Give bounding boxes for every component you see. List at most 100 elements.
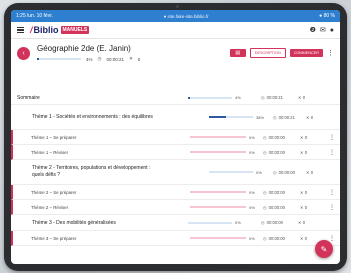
url-bar[interactable]: ● site.fake-site.biblio.fr	[164, 14, 209, 19]
row-progress-bar	[190, 191, 246, 193]
row-time: ◷ 00:00:00	[263, 190, 285, 195]
row-progress-text: 0%	[256, 169, 262, 175]
row-progress: 38%	[209, 115, 264, 120]
clock-icon: ◷	[263, 235, 267, 241]
row-x-value: 0	[304, 204, 308, 210]
mail-icon[interactable]: ✉	[320, 26, 326, 34]
row-progress-text: 4%	[235, 95, 241, 100]
back-button[interactable]: ‹	[17, 46, 30, 60]
more-options-icon[interactable]: ⋮	[327, 49, 334, 57]
row-progress-bar	[209, 171, 253, 173]
course-x-count: 0	[137, 56, 141, 62]
clock-icon: ◷	[263, 189, 267, 195]
row-time-value: 00:00:00	[268, 235, 285, 241]
more-options-icon[interactable]: ⋮	[329, 189, 335, 196]
chapter-row[interactable]: Thème 2 - Territoires, populations et dé…	[11, 160, 340, 185]
row-time-value: 00:00:21	[278, 114, 295, 120]
clock-icon: ◷	[273, 114, 277, 120]
more-options-icon[interactable]: ⋮	[329, 204, 335, 211]
row-x-value: 0	[304, 149, 308, 155]
clock-icon: ◷	[273, 169, 277, 175]
row-progress-text: 0%	[235, 220, 241, 225]
summary-row[interactable]: Sommaire 4% ◷ 00:00:21 ✕ 0	[11, 91, 340, 105]
row-x-value: 0	[304, 235, 308, 241]
course-progress-bar	[37, 58, 81, 60]
chapter-row[interactable]: Thème 3 - Des mobilités généralisées 0% ◷ 0…	[11, 215, 340, 231]
row-time-value: 00:00:00	[268, 204, 285, 210]
row-x-count: ✕ 0	[300, 190, 307, 195]
row-x-count: ✕ 0	[300, 205, 307, 210]
row-progress: 0%	[188, 220, 241, 225]
row-label: Thème 1 - Sociétés et environnements : d…	[32, 113, 153, 120]
subchapter-row[interactable]: Thème 1 – Se préparer 0% ◷ 00:00:00 ✕ 0 ⋮	[11, 130, 340, 145]
row-time-value: 00:00:00	[278, 169, 295, 175]
row-progress-fill	[209, 116, 226, 118]
row-x-value: 0	[304, 189, 308, 195]
row-progress-text: 0%	[249, 189, 255, 195]
row-progress-bar	[190, 206, 246, 208]
course-header: ‹ Géographie 2de (E. Janin) 4% ◷ 00:00:2…	[11, 39, 340, 65]
row-time-value: 00:00:00	[268, 134, 285, 140]
row-progress-text: 38%	[256, 114, 265, 120]
row-progress-text: 0%	[249, 149, 255, 155]
app-logo[interactable]: / Biblio MANUELS	[30, 25, 90, 35]
row-x-count: ✕ 0	[298, 220, 305, 225]
notes-icon: ▤	[235, 50, 241, 56]
row-progress: 0%	[190, 150, 255, 155]
help-icon[interactable]: ❷	[310, 26, 316, 34]
start-button[interactable]: COMMENCER	[289, 49, 323, 57]
description-button[interactable]: DESCRIPTION	[249, 48, 286, 58]
subchapter-row[interactable]: Thème 1 – Réviser 0% ◷ 00:00:00 ✕ 0 ⋮	[11, 145, 340, 160]
row-x-count: ✕ 0	[306, 170, 313, 175]
row-progress-bar	[190, 136, 246, 138]
row-x-value: 0	[302, 95, 306, 100]
status-time: 1:25 lun. 10 févr.	[16, 13, 53, 19]
row-progress-bar	[188, 96, 232, 99]
row-time: ◷ 00:00:21	[261, 95, 283, 100]
row-time: ◷ 00:00:00	[263, 135, 285, 140]
row-x-count: ✕ 0	[300, 236, 307, 241]
row-label: Thème 1 – Réviser	[31, 149, 69, 155]
row-label: Thème 1 – Se préparer	[31, 134, 77, 140]
row-time-value: 00:00:00	[268, 189, 285, 195]
chapter-list: Sommaire 4% ◷ 00:00:21 ✕ 0 Thème 1 - Sociétés…	[11, 91, 340, 246]
row-time-value: 00:00:21	[266, 95, 283, 100]
row-progress: 0%	[190, 190, 255, 195]
clock-icon: ◷	[97, 56, 102, 61]
row-progress-bar	[188, 221, 232, 224]
row-progress: 0%	[190, 205, 255, 210]
row-label: Thème 3 – Se préparer	[31, 235, 77, 241]
row-x-count: ✕ 0	[300, 135, 307, 140]
subchapter-row[interactable]: Thème 2 – Se préparer 0% ◷ 00:00:00 ✕ 0 ⋮	[11, 185, 340, 200]
row-x-value: 0	[302, 220, 306, 225]
more-options-icon[interactable]: ⋮	[329, 235, 335, 242]
row-x-value: 0	[304, 134, 308, 140]
logo-text: Biblio	[33, 25, 59, 35]
clock-icon: ◷	[263, 149, 267, 155]
course-progress-text: 4%	[86, 56, 93, 62]
row-progress: 0%	[190, 135, 255, 140]
row-time: ◷ 00:00:00	[273, 170, 295, 175]
tablet-screen: 1:25 lun. 10 févr. ● site.fake-site.bibl…	[11, 10, 340, 264]
subchapter-row[interactable]: Thème 2 – Réviser 0% ◷ 00:00:00 ✕ 0 ⋮	[11, 200, 340, 215]
clock-icon: ◷	[261, 220, 265, 225]
row-time: ◷ 00:00:00	[263, 205, 285, 210]
chapter-row[interactable]: Thème 1 - Sociétés et environnements : d…	[11, 105, 340, 130]
course-time: 00:00:21	[106, 56, 124, 62]
course-progress-fill	[37, 58, 39, 60]
row-label: Sommaire	[17, 94, 40, 101]
subchapter-row[interactable]: Thème 3 – Se préparer 0% ◷ 00:00:00 ✕ 0 ⋮	[11, 231, 340, 246]
row-progress-text: 0%	[249, 235, 255, 241]
row-progress-fill	[188, 96, 190, 99]
row-time-value: 00:00:00	[266, 220, 283, 225]
back-arrow-icon: ‹	[22, 49, 25, 57]
edit-fab-button[interactable]: ✎	[315, 240, 333, 258]
row-time: ◷ 00:00:00	[263, 236, 285, 241]
page-title: Géographie 2de (E. Janin)	[37, 44, 131, 53]
row-progress-text: 0%	[249, 134, 255, 140]
notes-button[interactable]: ▤	[229, 49, 246, 57]
more-options-icon[interactable]: ⋮	[329, 134, 335, 141]
more-options-icon[interactable]: ⋮	[329, 149, 335, 156]
menu-icon[interactable]	[17, 26, 24, 34]
user-icon[interactable]: ●	[330, 27, 334, 34]
